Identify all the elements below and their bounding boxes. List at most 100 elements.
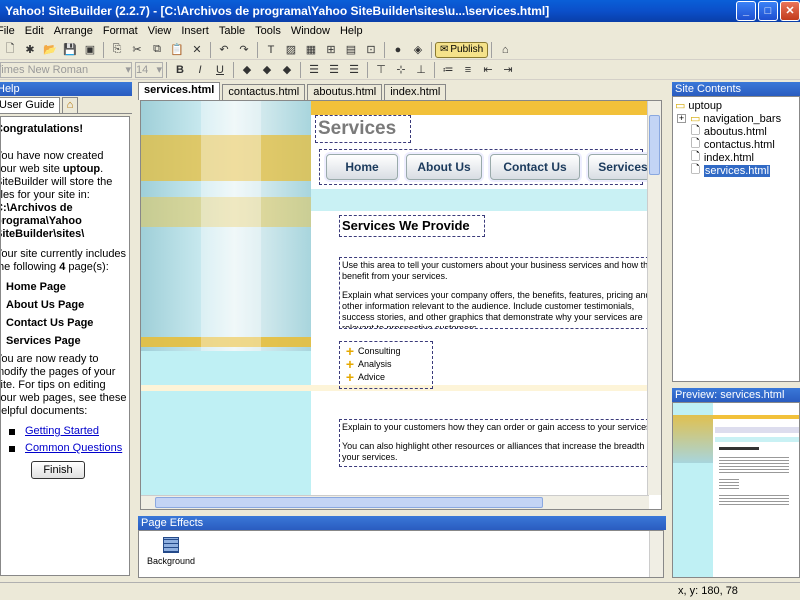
nav-contactus-button[interactable]: Contact Us	[490, 154, 580, 180]
help-panel: Help User Guide ⌂ Congratulations! You h…	[0, 82, 132, 578]
valign-bottom-icon[interactable]: ⊥	[413, 62, 429, 78]
minimize-button[interactable]: _	[736, 1, 756, 21]
page-item: Contact Us Page	[6, 317, 94, 329]
tab-home[interactable]: ⌂	[61, 97, 79, 113]
numbered-list-icon[interactable]: ≡	[460, 62, 476, 78]
bullet-list-icon[interactable]: ≔	[440, 62, 456, 78]
outdent-icon[interactable]: ⇤	[480, 62, 496, 78]
scroll-thumb[interactable]	[649, 115, 660, 175]
document-tabs: services.html contactus.html aboutus.htm…	[138, 82, 666, 100]
menu-view[interactable]: View	[143, 25, 177, 37]
scroll-thumb[interactable]	[155, 497, 543, 508]
insert-form-icon[interactable]: ⊡	[363, 42, 379, 58]
menu-arrange[interactable]: Arrange	[49, 25, 98, 37]
order-text-box[interactable]: Explain to your customers how they can o…	[339, 419, 659, 467]
editor-vertical-scrollbar[interactable]	[647, 101, 661, 495]
italic-icon[interactable]: I	[192, 62, 208, 78]
paragraph: Explain to your customers how they can o…	[342, 422, 654, 432]
tab-user-guide[interactable]: User Guide	[0, 97, 60, 113]
maximize-button[interactable]: □	[758, 1, 778, 21]
tab-index[interactable]: index.html	[384, 84, 447, 100]
insert-table-icon[interactable]: ▦	[303, 42, 319, 58]
menu-edit[interactable]: Edit	[20, 25, 49, 37]
page-item: About Us Page	[6, 299, 85, 311]
background-effect[interactable]: Background	[147, 537, 195, 566]
align-center-icon[interactable]: ☰	[326, 62, 342, 78]
background-effect-label: Background	[147, 556, 196, 566]
file-icon: 🗋	[691, 164, 700, 176]
media-icon[interactable]: ◈	[410, 42, 426, 58]
valign-middle-icon[interactable]: ⊹	[393, 62, 409, 78]
finish-button[interactable]: Finish	[31, 461, 85, 479]
user-guide-content: Congratulations! You have now created yo…	[0, 116, 130, 576]
paste-icon[interactable]: 📋	[169, 42, 185, 58]
getting-started-link[interactable]: Getting Started	[25, 425, 99, 438]
redo-icon[interactable]: ↷	[236, 42, 252, 58]
preview-panel: Preview: services.html	[672, 388, 800, 578]
common-questions-link[interactable]: Common Questions	[25, 442, 122, 455]
menu-table[interactable]: Table	[214, 25, 250, 37]
menu-help[interactable]: Help	[335, 25, 368, 37]
font-size-value: 14	[136, 63, 149, 76]
align-right-icon[interactable]: ☰	[346, 62, 362, 78]
page-heading[interactable]: Services	[315, 115, 411, 143]
main-toolbar: 🗋 ✱ 📂 💾 ▣ ⎘ ✂ ⧉ 📋 ✕ ↶ ↷ T ▨ ▦ ⊞ ▤ ⊡ ● ◈ …	[0, 40, 800, 60]
menu-tools[interactable]: Tools	[250, 25, 286, 37]
nav-aboutus-button[interactable]: About Us	[406, 154, 482, 180]
font-size-select[interactable]: 14 ▾	[135, 61, 163, 78]
save-icon[interactable]: 💾	[62, 42, 78, 58]
page-effects-panel: Page Effects Background	[138, 516, 666, 578]
preview-icon[interactable]: ▣	[82, 42, 98, 58]
tab-aboutus[interactable]: aboutus.html	[307, 84, 383, 100]
copy-format-icon[interactable]: ⎘	[109, 42, 125, 58]
open-icon[interactable]: 📂	[42, 42, 58, 58]
bold-icon[interactable]: B	[172, 62, 188, 78]
new-site-icon[interactable]: ✱	[22, 42, 38, 58]
grid-icon	[163, 537, 179, 553]
tree-root[interactable]: ▭ uptoup	[673, 99, 799, 113]
tree-item-file-selected[interactable]: 🗋 services.html	[673, 164, 799, 177]
cut-icon[interactable]: ✂	[129, 42, 145, 58]
menu-insert[interactable]: Insert	[176, 25, 214, 37]
guide-pages-intro: Your site currently includes the followi…	[0, 248, 127, 273]
menu-window[interactable]: Window	[286, 25, 335, 37]
copy-icon[interactable]: ⧉	[149, 42, 165, 58]
delete-icon[interactable]: ✕	[189, 42, 205, 58]
insert-text-icon[interactable]: T	[263, 42, 279, 58]
highlight-icon[interactable]: ◆	[279, 62, 295, 78]
align-left-icon[interactable]: ☰	[306, 62, 322, 78]
publish-label: Publish	[450, 44, 484, 55]
bg-color-icon[interactable]: ◆	[259, 62, 275, 78]
font-name-select[interactable]: Times New Roman ▾	[0, 61, 132, 78]
publish-button[interactable]: ✉ Publish	[435, 41, 489, 58]
plus-bullet-icon: +	[345, 368, 355, 385]
insert-link-icon[interactable]: ⊞	[323, 42, 339, 58]
editor-horizontal-scrollbar[interactable]	[141, 495, 649, 509]
effects-icon[interactable]: ●	[390, 42, 406, 58]
text-color-icon[interactable]: ◆	[239, 62, 255, 78]
services-list[interactable]: + Consulting + Analysis + Advice	[339, 341, 433, 389]
tab-contactus[interactable]: contactus.html	[222, 84, 306, 100]
menu-file[interactable]: File	[0, 25, 20, 37]
help-home-icon[interactable]: ⌂	[497, 42, 513, 58]
undo-icon[interactable]: ↶	[216, 42, 232, 58]
nav-home-button[interactable]: Home	[326, 154, 398, 180]
menu-format[interactable]: Format	[98, 25, 143, 37]
page-canvas[interactable]: Services Home About Us Contact Us Servic…	[140, 100, 662, 510]
insert-grid-icon[interactable]: ▤	[343, 42, 359, 58]
services-text-box[interactable]: Use this area to tell your customers abo…	[339, 257, 659, 329]
close-button[interactable]: ✕	[780, 1, 800, 21]
valign-top-icon[interactable]: ⊤	[373, 62, 389, 78]
nav-bar[interactable]: Home About Us Contact Us Services	[319, 149, 658, 185]
site-contents-header: Site Contents	[672, 82, 800, 96]
header-photo	[141, 101, 311, 351]
insert-image-icon[interactable]: ▨	[283, 42, 299, 58]
effects-scrollbar[interactable]	[649, 531, 663, 577]
paragraph: You can also highlight other resources o…	[342, 441, 655, 462]
new-page-icon[interactable]: 🗋	[2, 42, 18, 58]
expand-icon[interactable]: +	[677, 114, 686, 123]
tab-services[interactable]: services.html	[138, 82, 221, 100]
indent-icon[interactable]: ⇥	[500, 62, 516, 78]
section-heading[interactable]: Services We Provide	[339, 215, 485, 237]
underline-icon[interactable]: U	[212, 62, 228, 78]
